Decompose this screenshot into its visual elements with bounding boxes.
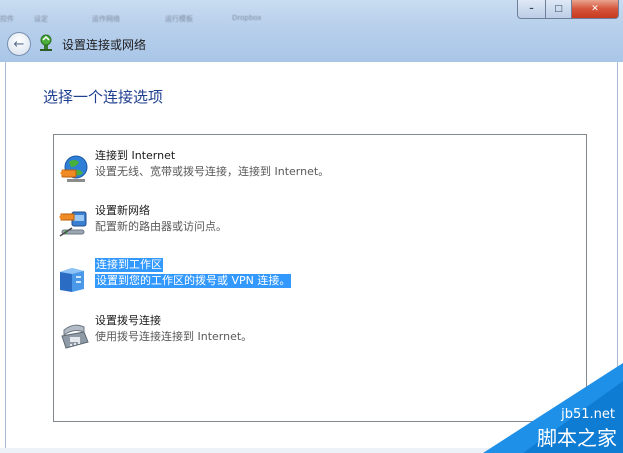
option-title: 设置拨号连接 bbox=[95, 314, 161, 327]
close-button[interactable]: ✕ bbox=[572, 0, 619, 19]
option-title: 设置新网络 bbox=[95, 204, 150, 217]
option-description: 配置新的路由器或访问点。 bbox=[95, 220, 227, 233]
minimize-button[interactable]: – bbox=[517, 0, 546, 19]
page-heading: 选择一个连接选项 bbox=[43, 88, 164, 106]
background-tab: 设定 bbox=[34, 15, 48, 23]
globe-network-icon bbox=[60, 155, 88, 182]
background-taskbar-tabs: 控件 设定 运作网络 运行模板 Dropbox bbox=[0, 14, 360, 26]
telephone-modem-icon bbox=[61, 324, 89, 349]
option-connect-workplace[interactable]: 连接到工作区 设置到您的工作区的拨号或 VPN 连接。 bbox=[54, 258, 584, 298]
background-tab: 运行模板 bbox=[165, 15, 193, 23]
background-tab: Dropbox bbox=[232, 14, 262, 22]
watermark-name: 脚本之家 bbox=[537, 426, 617, 450]
option-description: 设置到您的工作区的拨号或 VPN 连接。 bbox=[95, 274, 292, 288]
background-tab: 控件 bbox=[0, 15, 14, 23]
maximize-button[interactable]: □ bbox=[546, 0, 572, 19]
watermark-url: jb51.net bbox=[561, 407, 615, 422]
option-connect-internet[interactable]: 连接到 Internet 设置无线、宽带或拨号连接，连接到 Internet。 bbox=[54, 149, 584, 189]
option-description: 使用拨号连接连接到 Internet。 bbox=[95, 330, 253, 343]
back-button[interactable]: ← bbox=[7, 32, 31, 56]
window-title: 设置连接或网络 bbox=[62, 38, 147, 52]
router-icon bbox=[59, 211, 87, 237]
workplace-building-icon bbox=[60, 268, 84, 292]
network-setup-icon bbox=[40, 34, 52, 51]
option-description: 设置无线、宽带或拨号连接，连接到 Internet。 bbox=[95, 165, 330, 178]
window-controls: – □ ✕ bbox=[517, 0, 619, 19]
title-bar: 控件 设定 运作网络 运行模板 Dropbox – □ ✕ ← 设置连接或网络 bbox=[0, 0, 623, 62]
back-arrow-icon: ← bbox=[13, 36, 25, 52]
option-title: 连接到 Internet bbox=[95, 149, 176, 162]
option-setup-dialup[interactable]: 设置拨号连接 使用拨号连接连接到 Internet。 bbox=[54, 314, 584, 354]
background-tab: 运作网络 bbox=[92, 15, 120, 23]
option-setup-new-network[interactable]: 设置新网络 配置新的路由器或访问点。 bbox=[54, 204, 584, 244]
option-title: 连接到工作区 bbox=[95, 258, 163, 272]
